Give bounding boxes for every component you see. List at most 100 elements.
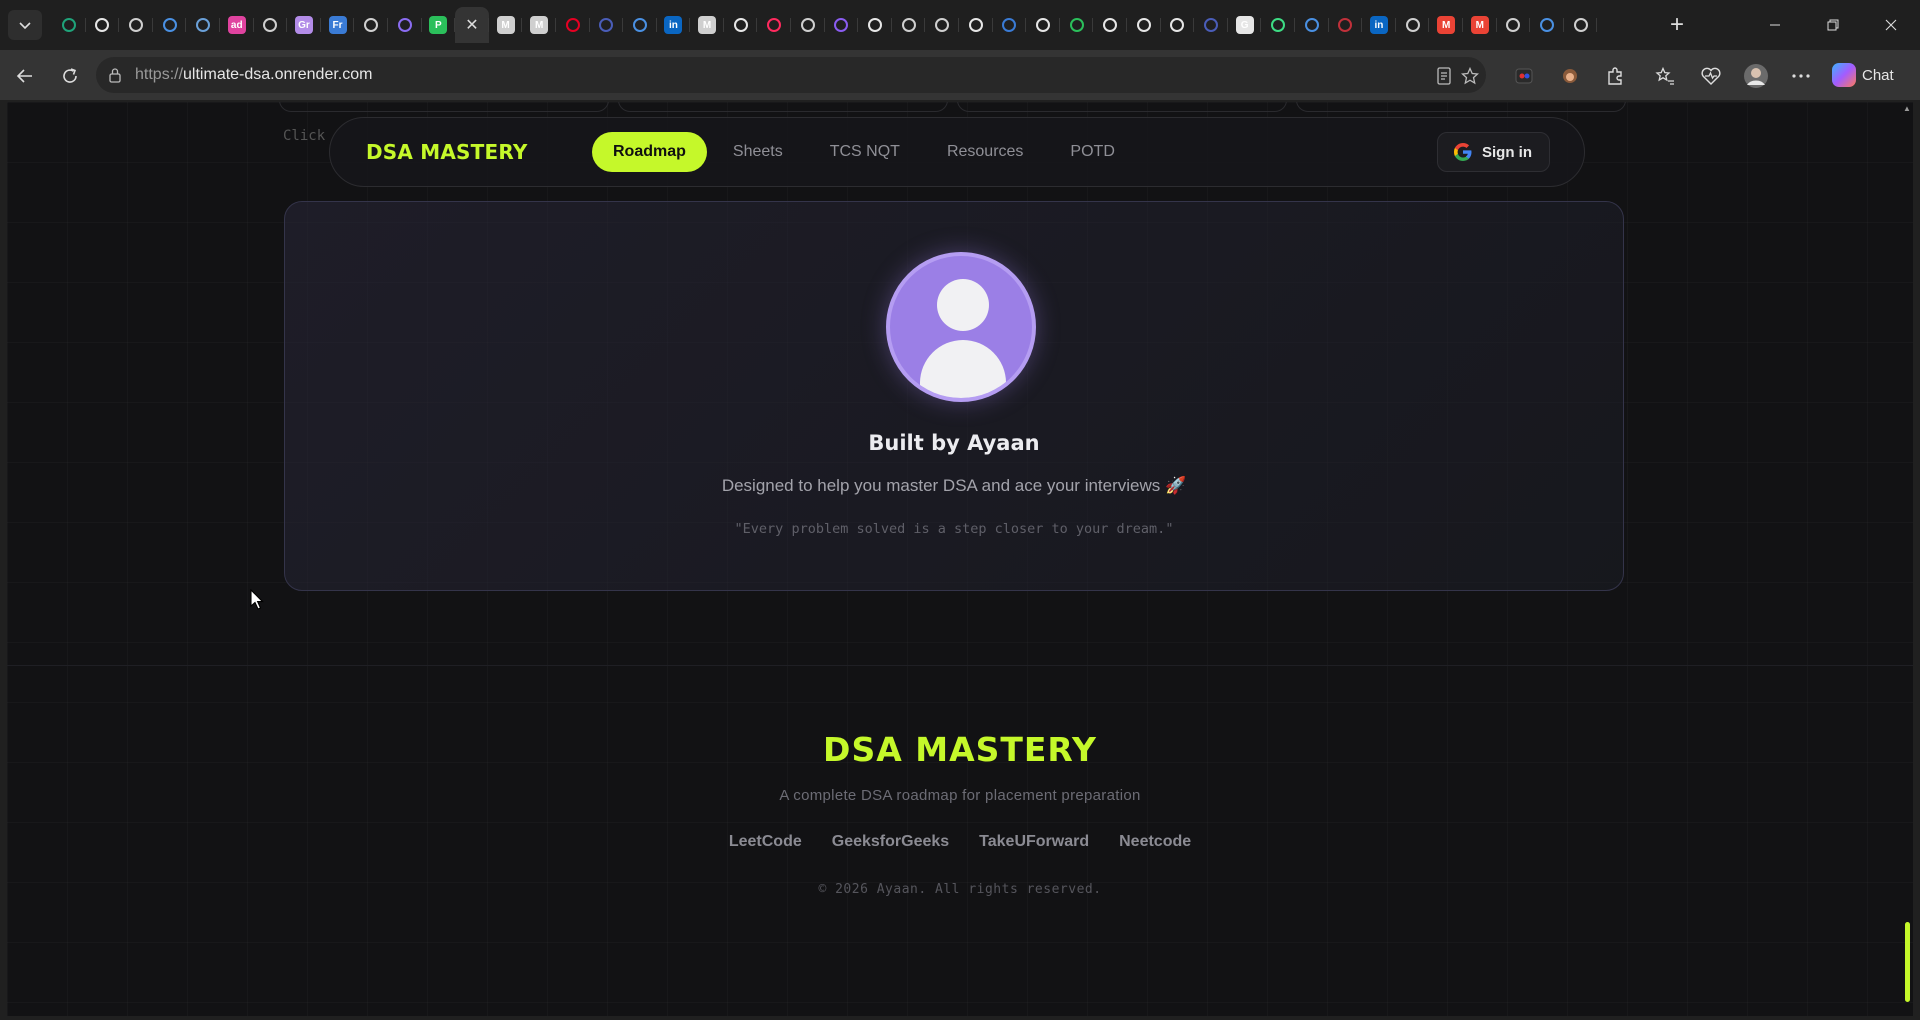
tab-actions-menu-button[interactable] (8, 10, 42, 40)
browser-tab[interactable] (724, 7, 758, 43)
browser-essentials-icon[interactable] (1697, 62, 1725, 90)
browser-tab[interactable] (86, 7, 120, 43)
browser-tab[interactable]: Gr (287, 7, 321, 43)
avatar-body (920, 340, 1006, 398)
reader-mode-icon[interactable] (1434, 66, 1454, 86)
browser-tab[interactable] (1497, 7, 1531, 43)
browser-tab[interactable] (1161, 7, 1195, 43)
browser-tab[interactable]: M (489, 7, 523, 43)
browser-tab[interactable]: M (690, 7, 724, 43)
fr-icon: Fr (328, 16, 347, 34)
site-info-icon[interactable] (108, 67, 122, 83)
browser-tab[interactable] (186, 7, 220, 43)
browser-tab[interactable] (52, 7, 86, 43)
linkedin-icon: in (1369, 16, 1388, 34)
browser-tab[interactable] (1127, 7, 1161, 43)
section-card[interactable] (1296, 102, 1626, 112)
browser-tab[interactable]: P (422, 7, 456, 43)
browser-tab[interactable] (590, 7, 624, 43)
browser-tab[interactable]: Fr (321, 7, 355, 43)
browser-tab[interactable]: in (657, 7, 691, 43)
about-card: Built by Ayaan Designed to help you mast… (284, 201, 1624, 591)
copilot-icon (1832, 63, 1856, 87)
search-icon (1304, 18, 1319, 32)
brand-logo[interactable]: DSA MASTERY (366, 140, 528, 164)
browser-tab[interactable] (791, 7, 825, 43)
restore-button[interactable] (1804, 0, 1862, 50)
browser-tab[interactable] (1530, 7, 1564, 43)
nav-link-potd[interactable]: POTD (1049, 132, 1135, 172)
more-options-icon[interactable] (1787, 62, 1815, 90)
favorites-icon[interactable] (1651, 62, 1679, 90)
avatar-head (937, 279, 989, 331)
extension-icon[interactable] (1510, 62, 1538, 90)
browser-tab[interactable] (1026, 7, 1060, 43)
browser-tab[interactable] (993, 7, 1027, 43)
footer-link-takeuforward[interactable]: TakeUForward (979, 833, 1089, 851)
scroll-up-arrow-icon[interactable]: ▲ (1903, 104, 1911, 113)
copyright-text: © 2026 Ayaan. All rights reserved. (818, 882, 1102, 897)
scrollbar-thumb[interactable] (1905, 922, 1910, 1002)
browser-tab[interactable] (757, 7, 792, 43)
browser-tab[interactable] (1396, 7, 1430, 43)
close-tab-icon[interactable]: ✕ (465, 15, 478, 35)
browser-tab[interactable]: ✕ (455, 7, 489, 43)
browser-tab[interactable] (1194, 7, 1228, 43)
browser-tab[interactable] (858, 7, 892, 43)
page-scrollbar[interactable]: ▲ (1903, 102, 1911, 1016)
browser-tab[interactable] (354, 7, 388, 43)
browser-tab[interactable] (825, 7, 859, 43)
globe-icon (935, 18, 950, 32)
section-card[interactable] (957, 102, 1287, 112)
favorite-star-icon[interactable] (1460, 66, 1480, 86)
reload-button[interactable] (56, 62, 84, 90)
section-card[interactable] (279, 102, 609, 112)
about-quote: "Every problem solved is a step closer t… (734, 521, 1174, 537)
copilot-chat-button[interactable]: Chat (1832, 62, 1894, 88)
browser-tab[interactable] (556, 7, 590, 43)
close-window-button[interactable] (1862, 0, 1920, 50)
sign-in-button[interactable]: Sign in (1437, 132, 1550, 172)
footer-link-leetcode[interactable]: LeetCode (729, 833, 802, 851)
browser-tab[interactable] (1564, 7, 1598, 43)
nav-link-tcs-nqt[interactable]: TCS NQT (809, 132, 921, 172)
minimize-button[interactable] (1746, 0, 1804, 50)
extensions-puzzle-icon[interactable] (1601, 62, 1629, 90)
browser-tab[interactable] (959, 7, 993, 43)
browser-tab[interactable]: G (1228, 7, 1262, 43)
vercel-icon (868, 18, 883, 32)
browser-tab[interactable] (1060, 7, 1094, 43)
link-icon (1136, 18, 1151, 32)
browser-tab[interactable] (1295, 7, 1329, 43)
profile-avatar[interactable] (1742, 62, 1770, 90)
browser-tab[interactable]: in (1362, 7, 1396, 43)
browser-tab[interactable] (254, 7, 288, 43)
address-bar[interactable]: https://ultimate-dsa.onrender.com (96, 57, 1486, 93)
browser-tab[interactable] (1261, 7, 1295, 43)
nav-link-sheets[interactable]: Sheets (712, 132, 804, 172)
calendar-icon (1405, 18, 1420, 32)
browser-tab[interactable] (623, 7, 657, 43)
footer-link-geeksforgeeks[interactable]: GeeksforGeeks (832, 833, 949, 851)
browser-tab[interactable] (892, 7, 926, 43)
browser-tab[interactable] (119, 7, 153, 43)
nav-link-roadmap[interactable]: Roadmap (592, 132, 707, 172)
youtube-icon (767, 18, 782, 32)
browser-tab[interactable] (388, 7, 422, 43)
extension-face-icon[interactable] (1556, 62, 1584, 90)
browser-tab[interactable] (1329, 7, 1363, 43)
browser-tab[interactable] (1093, 7, 1127, 43)
new-tab-button[interactable]: + (1662, 10, 1692, 40)
browser-tab[interactable] (925, 7, 960, 43)
back-button[interactable] (11, 62, 39, 90)
section-card[interactable] (618, 102, 948, 112)
browser-tab[interactable]: M (1463, 7, 1497, 43)
footer-link-neetcode[interactable]: Neetcode (1119, 833, 1191, 851)
avatar (886, 252, 1036, 402)
browser-tab[interactable]: M (1429, 7, 1463, 43)
browser-tab[interactable]: M (522, 7, 556, 43)
browser-tab[interactable]: ad (220, 7, 254, 43)
mouse-cursor-icon (250, 589, 264, 610)
nav-link-resources[interactable]: Resources (926, 132, 1044, 172)
browser-tab[interactable] (153, 7, 187, 43)
